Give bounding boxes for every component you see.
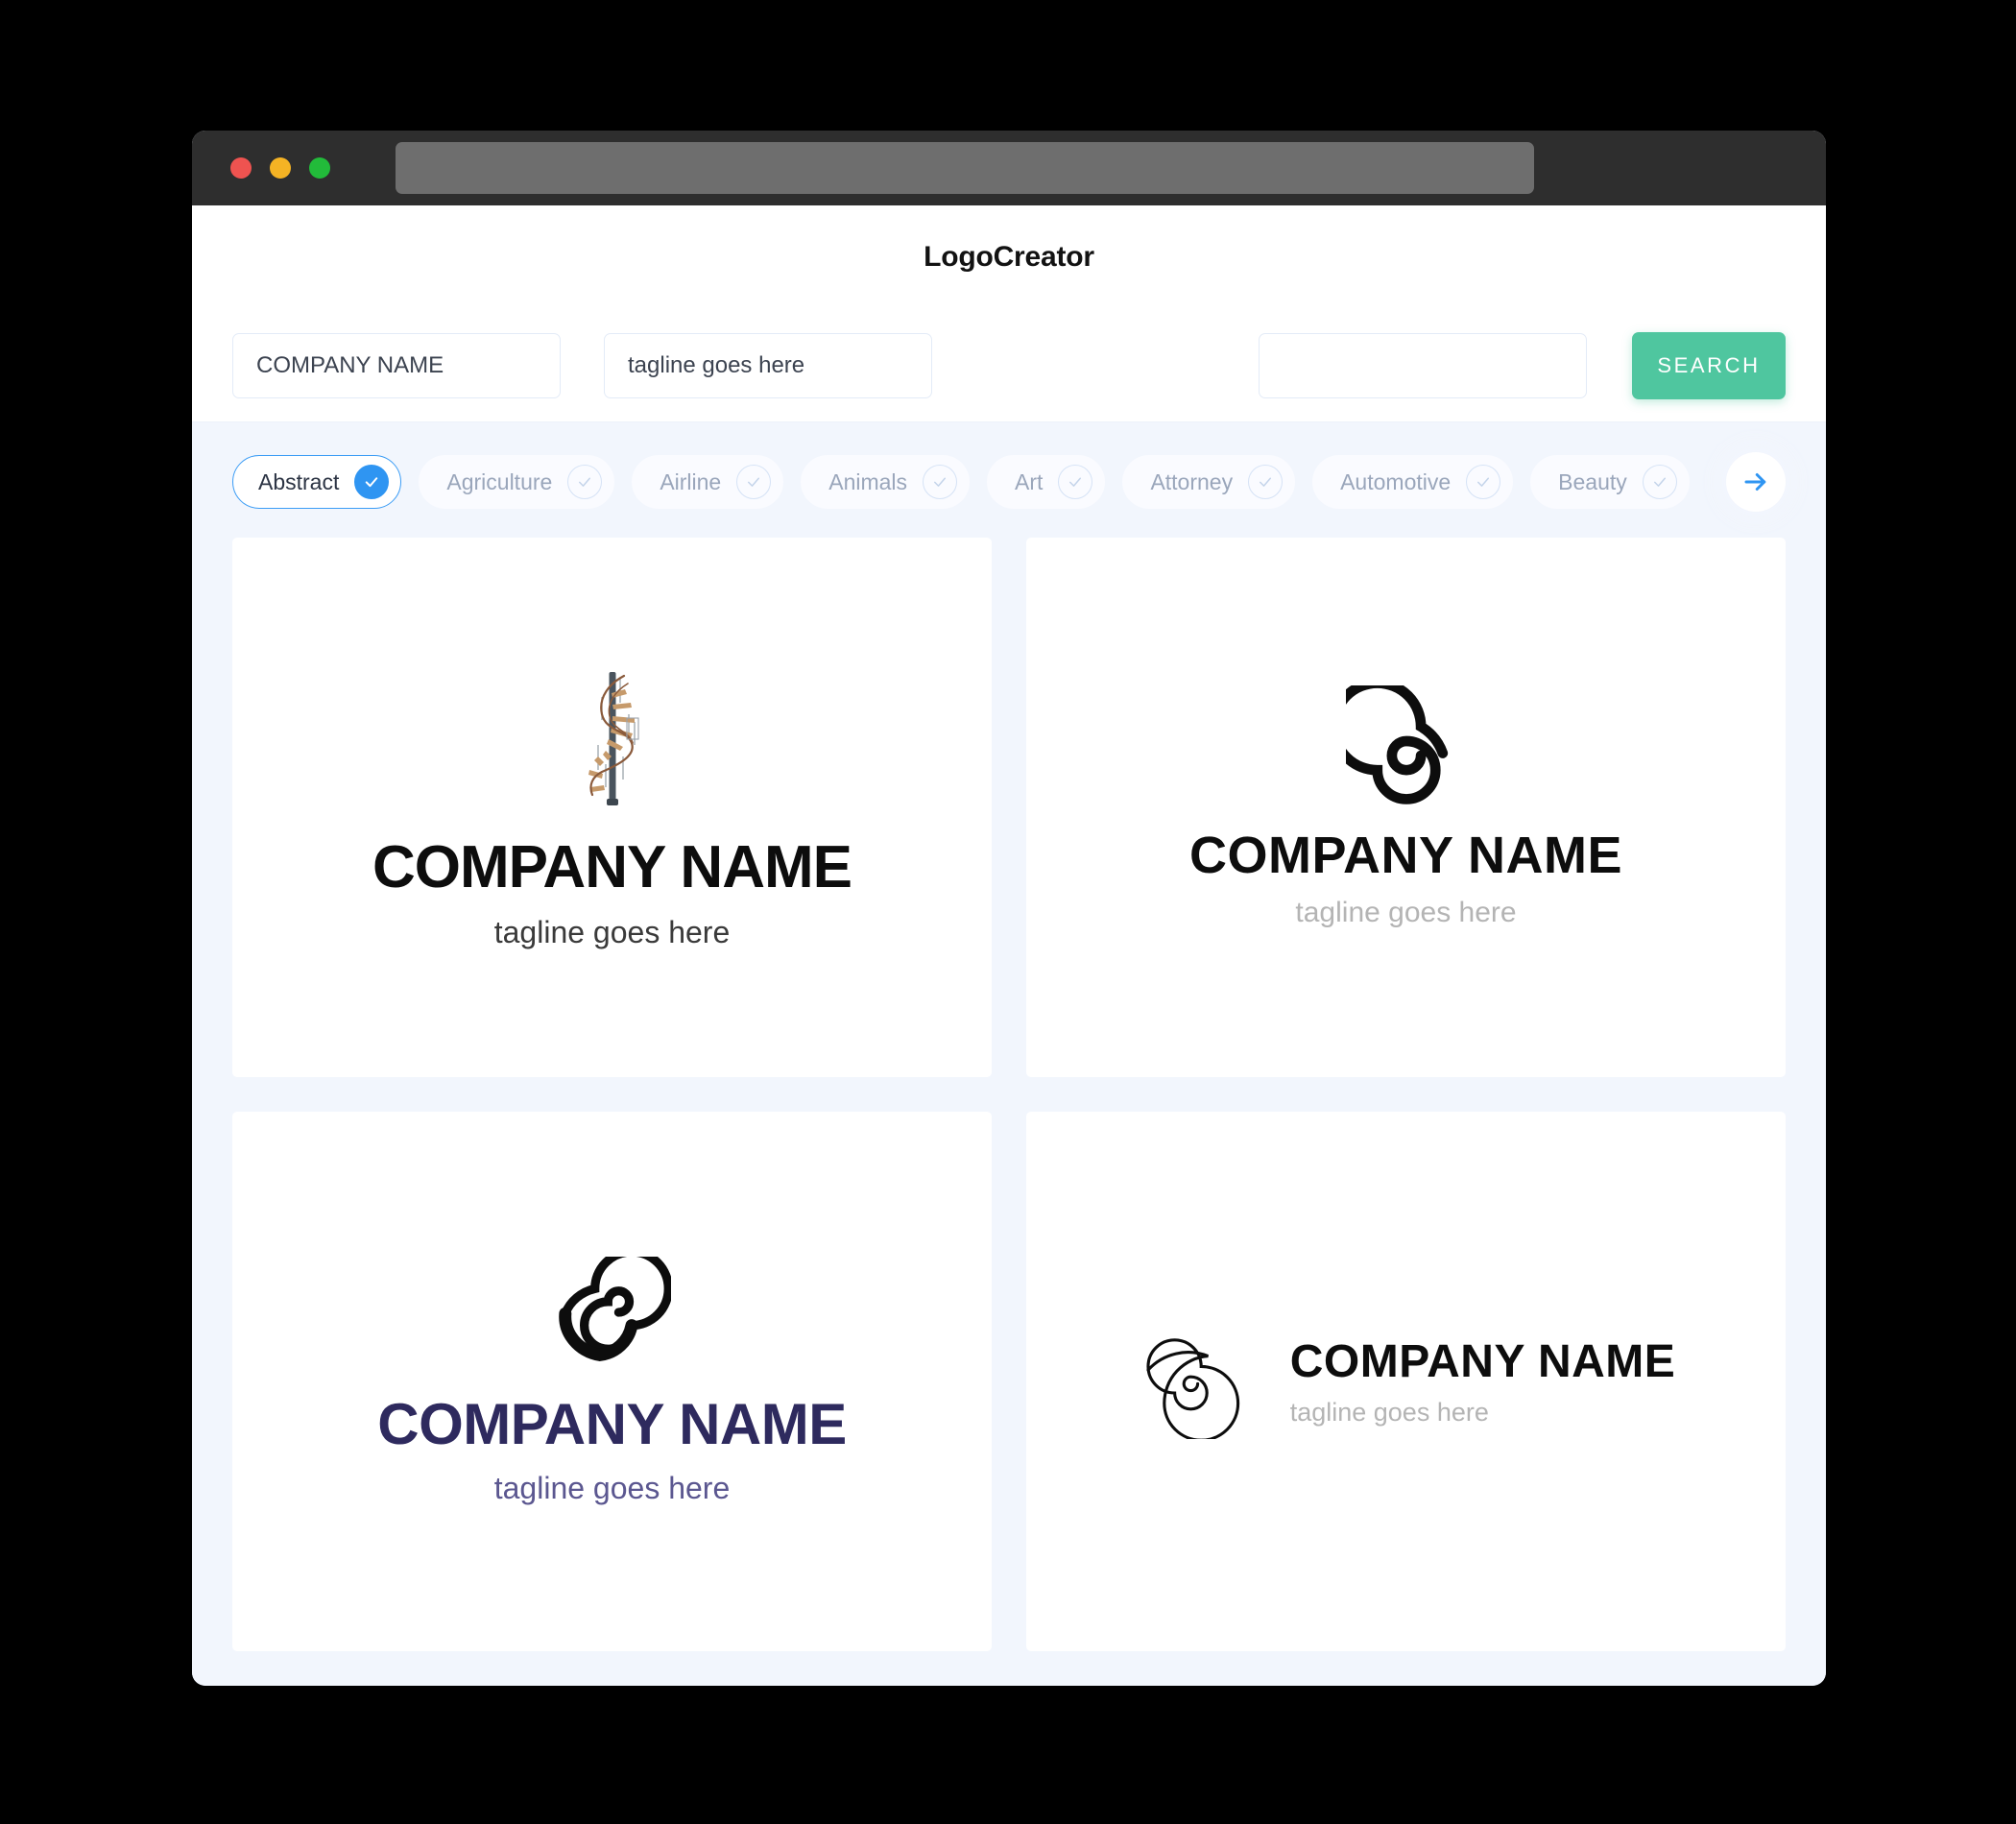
minimize-window-button[interactable] xyxy=(270,157,291,179)
check-circle-icon xyxy=(354,465,390,499)
logo-company-name: COMPANY NAME xyxy=(1289,1336,1676,1387)
category-pill-automotive[interactable]: Automotive xyxy=(1312,455,1514,509)
category-label: Airline xyxy=(660,468,722,494)
logo-company-name: COMPANY NAME xyxy=(377,1392,847,1456)
thin-spiral-icon xyxy=(1146,1338,1239,1439)
logo-tagline: tagline goes here xyxy=(493,915,731,949)
check-circle-icon xyxy=(736,465,772,499)
category-pill-art[interactable]: Art xyxy=(987,455,1106,509)
next-categories-button[interactable] xyxy=(1726,452,1786,512)
spiral-staircase-icon xyxy=(588,672,639,805)
logo-card[interactable]: COMPANY NAME tagline goes here xyxy=(1026,1112,1786,1651)
logo-tagline: tagline goes here xyxy=(1295,897,1517,928)
check-circle-icon xyxy=(567,465,603,499)
logo-card[interactable]: COMPANY NAME tagline goes here xyxy=(232,1112,992,1651)
check-circle-icon xyxy=(1466,465,1501,499)
check-circle-icon xyxy=(1642,465,1677,499)
category-label: Automotive xyxy=(1340,468,1452,494)
maximize-window-button[interactable] xyxy=(309,157,330,179)
category-filter-row: Abstract Agriculture Airline Animals Art xyxy=(192,422,1826,538)
check-circle-icon xyxy=(923,465,958,499)
window-controls xyxy=(230,157,330,179)
category-pill-attorney[interactable]: Attorney xyxy=(1122,455,1296,509)
keyword-input[interactable] xyxy=(1259,332,1587,398)
category-pill-beauty[interactable]: Beauty xyxy=(1530,455,1690,509)
close-window-button[interactable] xyxy=(230,157,252,179)
logo-card[interactable]: COMPANY NAME tagline goes here xyxy=(1026,538,1786,1077)
category-pill-airline[interactable]: Airline xyxy=(632,455,784,509)
category-pill-animals[interactable]: Animals xyxy=(801,455,971,509)
spiral-icon xyxy=(1345,685,1448,804)
app-title: LogoCreator xyxy=(924,241,1094,273)
company-name-input[interactable] xyxy=(232,332,561,398)
check-circle-icon xyxy=(1058,465,1093,499)
category-label: Beauty xyxy=(1558,468,1627,494)
logo-card[interactable]: COMPANY NAME tagline goes here xyxy=(232,538,992,1077)
logo-tagline: tagline goes here xyxy=(493,1471,731,1505)
category-pill-agriculture[interactable]: Agriculture xyxy=(419,455,615,509)
address-bar[interactable] xyxy=(396,142,1534,194)
browser-chrome-bar xyxy=(192,131,1826,205)
logo-results-grid: COMPANY NAME tagline goes here COMPANY N… xyxy=(192,538,1826,1686)
category-label: Abstract xyxy=(258,468,340,494)
category-pill-abstract[interactable]: Abstract xyxy=(232,455,402,509)
search-button[interactable]: SEARCH xyxy=(1632,331,1786,399)
tapered-spiral-icon xyxy=(559,1257,672,1361)
search-bar: SEARCH xyxy=(192,309,1826,422)
category-label: Agriculture xyxy=(446,468,553,494)
browser-window: LogoCreator SEARCH Abstract Agriculture … xyxy=(192,131,1826,1686)
app-header: LogoCreator xyxy=(192,205,1826,309)
category-label: Art xyxy=(1015,468,1044,494)
arrow-right-icon xyxy=(1744,473,1766,491)
logo-company-name: COMPANY NAME xyxy=(1188,827,1623,884)
category-label: Attorney xyxy=(1150,468,1234,494)
category-label: Animals xyxy=(828,468,908,494)
logo-company-name: COMPANY NAME xyxy=(372,834,852,900)
check-circle-icon xyxy=(1248,465,1284,499)
logo-tagline: tagline goes here xyxy=(1289,1398,1489,1427)
tagline-input[interactable] xyxy=(604,332,932,398)
